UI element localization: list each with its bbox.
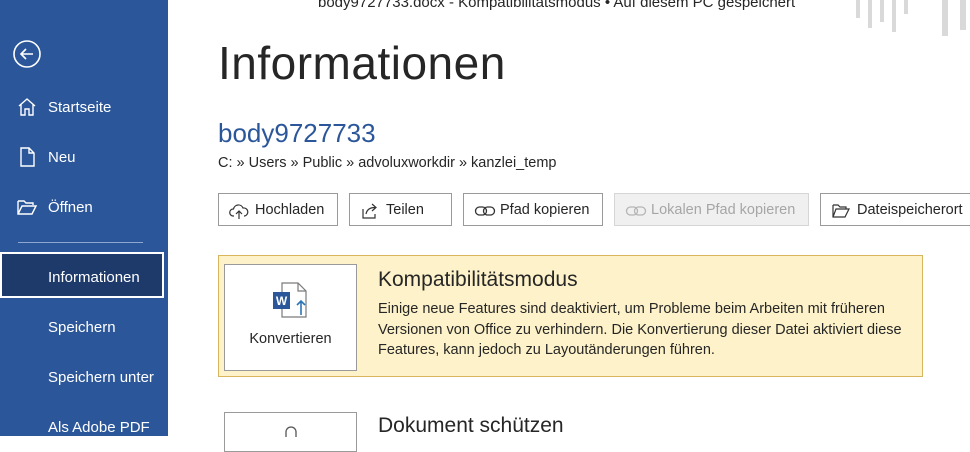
protect-document-button[interactable]	[224, 412, 357, 452]
protect-document-title: Dokument schützen	[378, 414, 564, 437]
folder-open-icon	[17, 200, 38, 215]
sidebar-item-label: Startseite	[48, 98, 112, 116]
word-convert-icon: W	[273, 282, 307, 318]
sidebar-item-informationen-label-row[interactable]: Informationen	[0, 256, 168, 298]
backstage-sidebar: Startseite Neu Öffnen Informationen Spei…	[0, 0, 168, 436]
share-button[interactable]: Teilen	[349, 193, 452, 226]
sidebar-item-label: Als Adobe PDF	[48, 418, 150, 436]
link-icon	[625, 206, 647, 216]
upload-button[interactable]: Hochladen	[218, 193, 338, 226]
back-button[interactable]	[12, 39, 42, 69]
compatibility-description: Einige neue Features sind deaktiviert, u…	[378, 301, 902, 358]
document-name: body9727733	[218, 118, 376, 148]
file-location-button[interactable]: Dateispeicherort	[820, 193, 970, 226]
sidebar-item-neu[interactable]: Neu	[0, 136, 168, 178]
home-icon	[18, 98, 36, 116]
convert-button[interactable]: W Konvertieren	[224, 264, 357, 371]
copy-local-path-button[interactable]: Lokalen Pfad kopieren	[614, 193, 809, 226]
copy-path-button[interactable]: Pfad kopieren	[463, 193, 603, 226]
share-icon	[362, 203, 377, 219]
window-title: body9727733.docx - Kompatibilitätsmodus …	[318, 0, 796, 11]
sidebar-item-label: Öffnen	[48, 198, 93, 216]
sidebar-item-startseite[interactable]: Startseite	[0, 86, 168, 128]
sidebar-item-label: Neu	[48, 148, 76, 166]
upload-label: Hochladen	[255, 201, 325, 218]
document-path: C: » Users » Public » advoluxworkdir » k…	[218, 155, 557, 171]
share-label: Teilen	[386, 201, 424, 218]
compatibility-title: Kompatibilitätsmodus	[378, 268, 578, 291]
new-document-icon	[20, 147, 35, 167]
link-icon	[474, 206, 496, 216]
convert-label: Konvertieren	[249, 331, 332, 347]
page-title: Informationen	[218, 37, 506, 89]
back-arrow-icon	[13, 40, 41, 68]
sidebar-item-label: Informationen	[48, 268, 140, 286]
sidebar-item-speichern[interactable]: Speichern	[0, 306, 168, 348]
sidebar-item-adobe-pdf[interactable]: Als Adobe PDF	[0, 406, 168, 448]
copy-local-path-label: Lokalen Pfad kopieren	[651, 201, 796, 218]
folder-open-icon	[832, 204, 850, 218]
svg-text:W: W	[276, 294, 288, 308]
title-decoration	[856, 0, 966, 36]
sidebar-item-label: Speichern unter	[48, 368, 154, 386]
copy-path-label: Pfad kopieren	[500, 201, 590, 218]
sidebar-divider	[18, 242, 143, 243]
sidebar-item-oeffnen[interactable]: Öffnen	[0, 186, 168, 228]
sidebar-item-speichern-unter[interactable]: Speichern unter	[0, 356, 168, 398]
lock-icon	[285, 426, 297, 437]
sidebar-item-label: Speichern	[48, 318, 116, 336]
file-location-label: Dateispeicherort	[857, 201, 963, 218]
cloud-upload-icon	[229, 204, 249, 219]
